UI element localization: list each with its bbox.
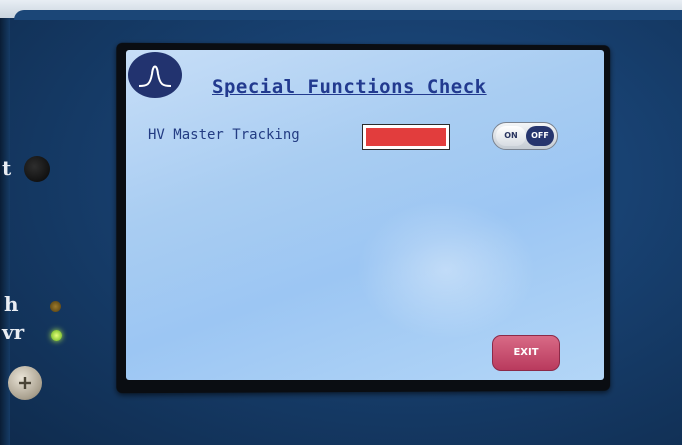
hv-master-tracking-toggle[interactable]: ON OFF	[492, 122, 558, 150]
power-led-indicator	[51, 330, 62, 341]
touch-screen: Special Functions Check HV Master Tracki…	[126, 50, 604, 380]
exit-button[interactable]: EXIT	[492, 335, 560, 371]
instrument-panel: t h vr Special Functions Check HV Master…	[0, 0, 682, 445]
hv-master-tracking-status-indicator	[362, 124, 450, 150]
reset-knob[interactable]	[24, 156, 50, 182]
panel-label-vr: vr	[2, 320, 25, 344]
screw-icon	[8, 366, 42, 400]
panel-top-edge	[14, 10, 682, 20]
panel-label-t: t	[2, 156, 12, 180]
toggle-on-option[interactable]: ON	[496, 126, 526, 146]
hv-master-tracking-label: HV Master Tracking	[148, 127, 300, 143]
page-title: Special Functions Check	[212, 76, 487, 98]
peak-icon	[128, 52, 182, 98]
amber-led-indicator	[50, 301, 61, 312]
status-fill	[366, 128, 446, 146]
panel-label-h: h	[4, 292, 19, 316]
screen-glare	[356, 200, 536, 340]
toggle-off-option[interactable]: OFF	[526, 126, 554, 146]
